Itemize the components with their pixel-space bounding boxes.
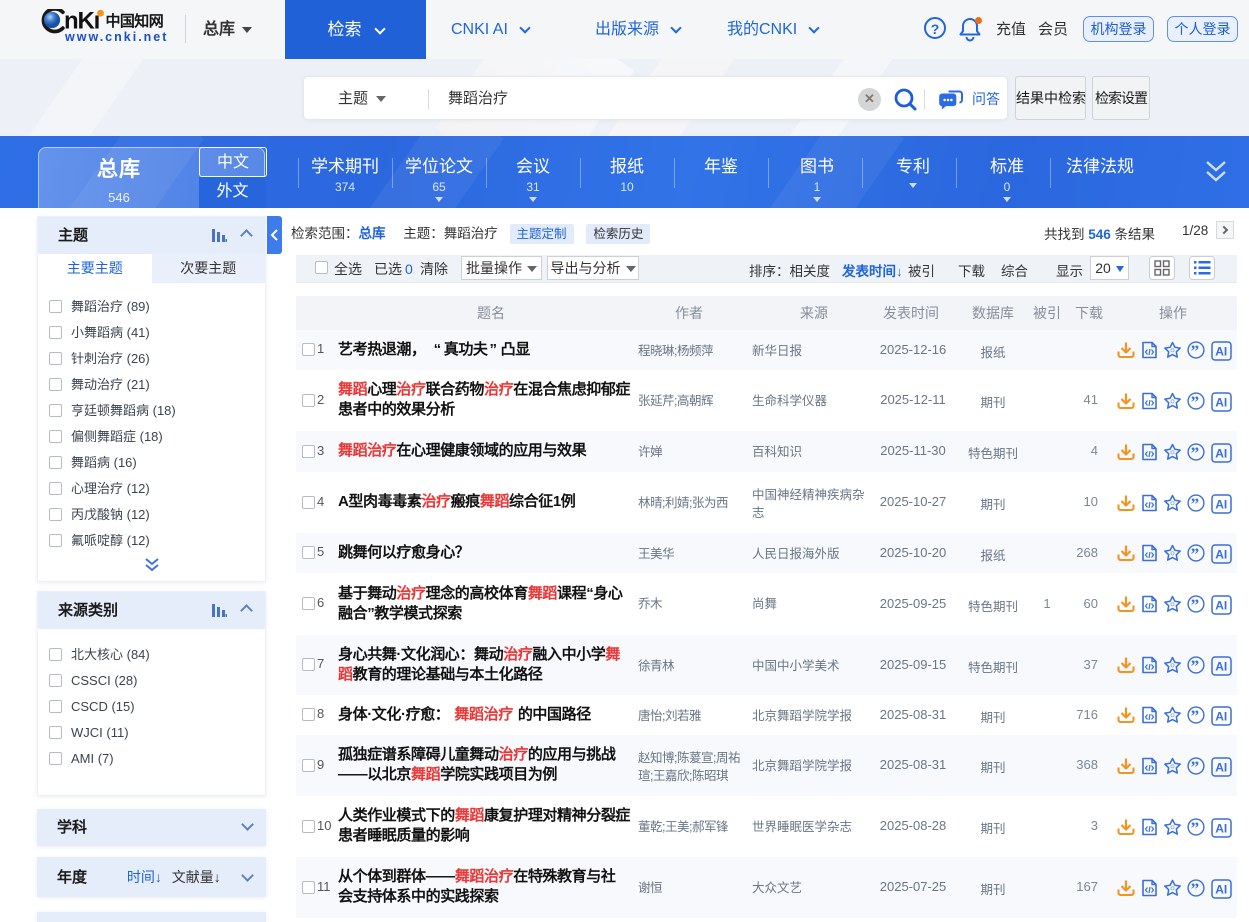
svg-text:中国知网: 中国知网 [106,12,164,30]
svg-text:AI: AI [1215,710,1227,724]
svg-text:AI: AI [1215,822,1227,836]
svg-text:AI: AI [1215,599,1227,613]
svg-text:”: ” [1191,596,1200,614]
svg-text:”: ” [1191,495,1200,513]
svg-text:AI: AI [1215,498,1227,512]
svg-text:AI: AI [1215,345,1227,359]
svg-text:”: ” [1191,880,1200,898]
svg-text:”: ” [1191,657,1200,675]
svg-text:”: ” [1191,342,1200,360]
svg-text:AI: AI [1215,396,1227,410]
svg-text:AI: AI [1215,447,1227,461]
svg-text:”: ” [1191,819,1200,837]
svg-text:”: ” [1191,444,1200,462]
svg-text:AI: AI [1215,761,1227,775]
svg-text:AI: AI [1215,660,1227,674]
svg-text:www.cnki.net: www.cnki.net [64,30,168,43]
svg-text:”: ” [1191,758,1200,776]
svg-text:”: ” [1191,393,1200,411]
svg-text:AI: AI [1215,883,1227,897]
svg-text:”: ” [1191,545,1200,563]
svg-text:”: ” [1191,707,1200,725]
svg-text:AI: AI [1215,548,1227,562]
